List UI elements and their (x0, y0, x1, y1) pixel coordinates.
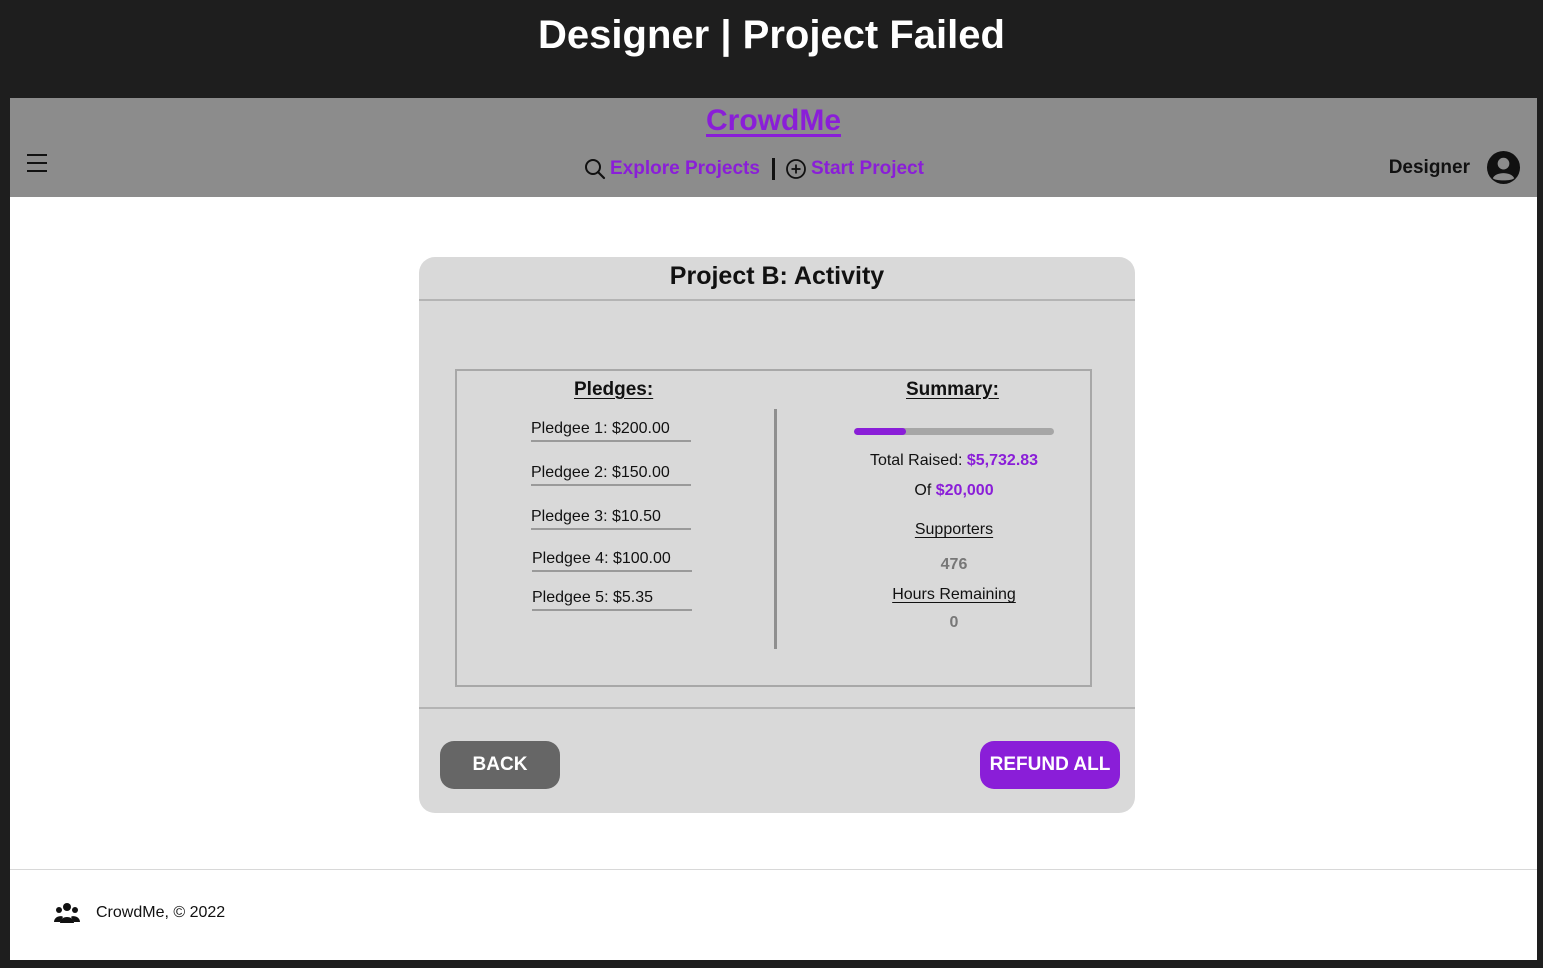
card-footer-divider (419, 707, 1135, 709)
search-icon (585, 159, 606, 180)
goal-label: Of (914, 482, 936, 499)
brand-link[interactable]: CrowdMe (706, 104, 841, 137)
footer: CrowdMe, © 2022 (54, 902, 225, 924)
funding-progress-bar (854, 428, 1054, 435)
activity-box: Pledges: Pledgee 1: $200.00 Pledgee 2: $… (455, 369, 1092, 687)
hours-remaining-value: 0 (949, 614, 959, 631)
footer-divider (10, 869, 1537, 870)
goal-value: $20,000 (935, 482, 994, 499)
pledge-item: Pledgee 4: $100.00 (532, 550, 692, 572)
funding-progress-fill (854, 428, 906, 435)
app-window: CrowdMe Explore Projects Start Project D… (10, 98, 1537, 960)
pledges-title: Pledges: (574, 379, 654, 400)
explore-projects-link[interactable]: Explore Projects (584, 158, 760, 180)
refund-all-button[interactable]: REFUND ALL (980, 741, 1120, 789)
pledge-item: Pledgee 1: $200.00 (531, 420, 691, 442)
total-raised: Total Raised: $5,732.83 (787, 452, 1121, 470)
nav-separator (771, 158, 775, 180)
frame-title: Designer | Project Failed (538, 13, 1005, 57)
activity-card: Project B: Activity Pledges: Pledgee 1: … (419, 257, 1135, 813)
pledge-item: Pledgee 5: $5.35 (532, 589, 692, 611)
total-raised-label: Total Raised: (869, 452, 967, 469)
top-navbar: CrowdMe Explore Projects Start Project D… (10, 98, 1537, 197)
total-raised-value: $5,732.83 (966, 452, 1039, 469)
summary-title: Summary: (906, 379, 999, 400)
start-project-link[interactable]: Start Project (785, 158, 924, 180)
goal: Of $20,000 (787, 482, 1121, 500)
users-group-icon (54, 903, 80, 923)
footer-copyright: CrowdMe, © 2022 (96, 904, 226, 921)
user-name: Designer (1388, 156, 1470, 178)
supporters-label: Supporters (914, 521, 994, 538)
plus-circle-icon (786, 159, 806, 179)
nav-links: Explore Projects Start Project (584, 156, 924, 182)
supporters-value: 476 (940, 556, 968, 573)
pledge-item: Pledgee 3: $10.50 (531, 508, 691, 530)
column-divider (774, 409, 777, 649)
user-menu[interactable]: Designer (1389, 150, 1521, 185)
hours-remaining-label: Hours Remaining (892, 586, 1016, 603)
pledge-item: Pledgee 2: $150.00 (531, 464, 691, 486)
supporters-heading: Supporters (787, 521, 1121, 539)
user-avatar-icon[interactable] (1486, 150, 1521, 185)
hamburger-menu-icon[interactable] (27, 154, 47, 172)
card-title: Project B: Activity (419, 257, 1135, 301)
start-project-label: Start Project (810, 158, 924, 179)
explore-projects-label: Explore Projects (610, 158, 760, 179)
hours-heading: Hours Remaining (787, 586, 1121, 604)
brand: CrowdMe (10, 104, 1537, 138)
back-button[interactable]: BACK (440, 741, 560, 789)
